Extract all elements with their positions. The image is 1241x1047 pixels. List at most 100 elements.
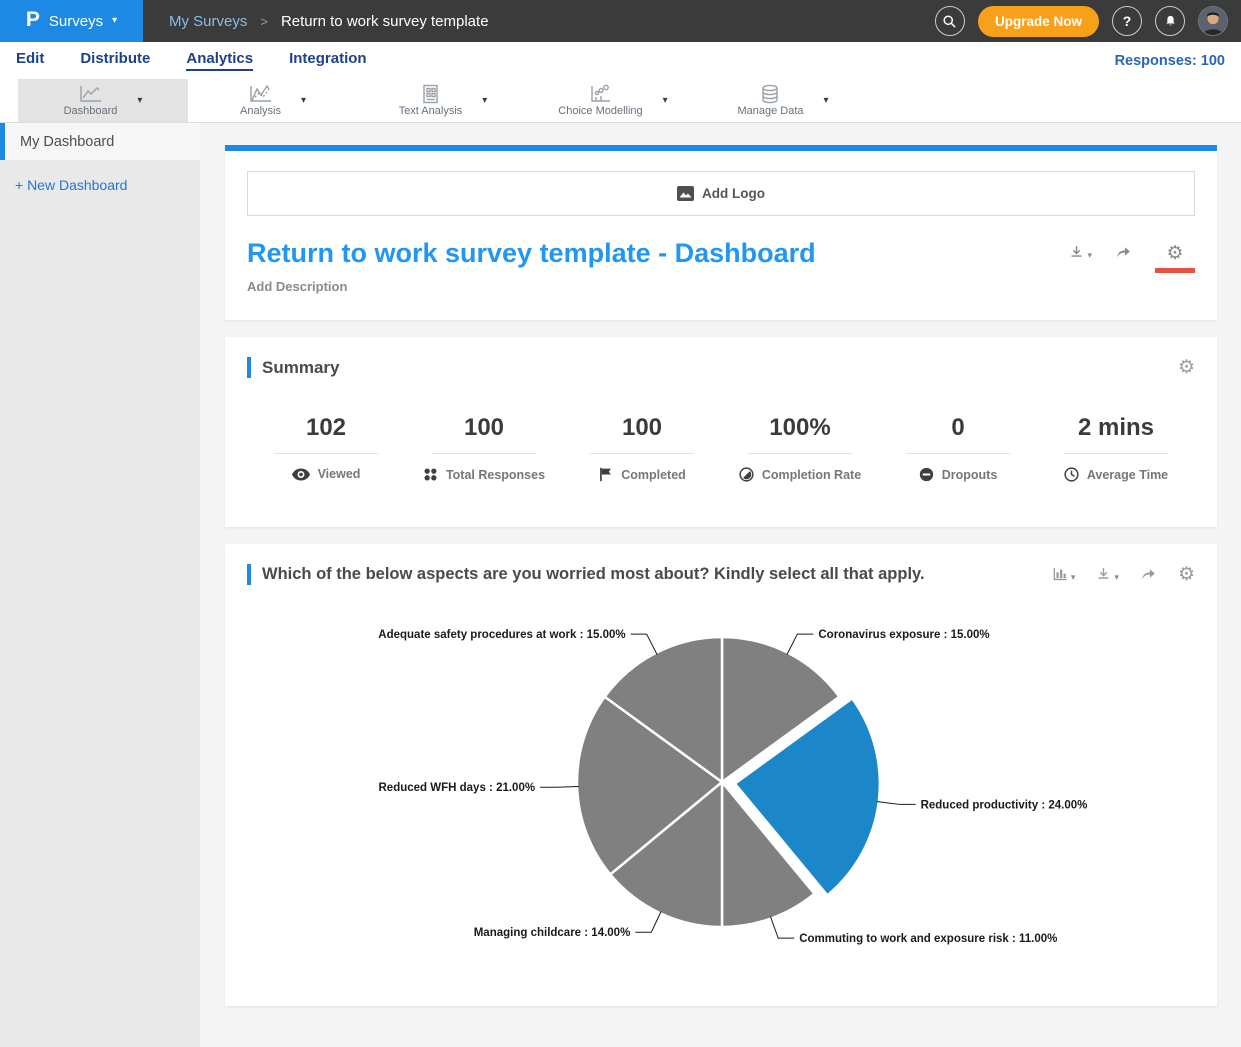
caret-down-icon[interactable]: ▾ bbox=[137, 96, 142, 106]
database-icon bbox=[759, 84, 781, 104]
download-icon bbox=[1095, 566, 1112, 583]
survey-nav: Edit Distribute Analytics Integration Re… bbox=[0, 42, 1241, 79]
minus-circle-icon bbox=[919, 467, 934, 482]
search-button[interactable] bbox=[935, 6, 965, 36]
toolbar-dashboard[interactable]: Dashboard ▾ bbox=[18, 79, 188, 122]
question-title: Which of the below aspects are you worri… bbox=[262, 565, 925, 584]
breadcrumb: My Surveys > Return to work survey templ… bbox=[169, 13, 489, 30]
toolbar-text-analysis[interactable]: Text Analysis ▾ bbox=[358, 79, 528, 122]
new-dashboard-button[interactable]: + New Dashboard bbox=[0, 160, 200, 193]
breadcrumb-separator: > bbox=[260, 14, 268, 29]
stat-total-responses: 100 Total Responses bbox=[405, 414, 563, 487]
add-logo-button[interactable]: Add Logo bbox=[247, 171, 1195, 216]
product-name: Surveys bbox=[49, 13, 103, 30]
eye-icon bbox=[292, 468, 310, 481]
search-icon bbox=[942, 14, 957, 29]
pie-label-leader bbox=[540, 786, 579, 787]
caret-down-icon[interactable]: ▾ bbox=[663, 96, 668, 106]
caret-down-icon[interactable]: ▾ bbox=[482, 96, 487, 106]
pie-label: Reduced productivity : 24.00% bbox=[921, 799, 1088, 811]
main-content: Add Logo Return to work survey template … bbox=[200, 123, 1241, 1047]
dots-grid-icon bbox=[423, 467, 438, 482]
gear-icon: ⚙ bbox=[1166, 244, 1183, 263]
toolbar-analysis[interactable]: Analysis ▾ bbox=[188, 79, 358, 122]
nav-edit[interactable]: Edit bbox=[16, 50, 44, 71]
question-mark-icon: ? bbox=[1123, 13, 1132, 29]
stat-average-time: 2 mins Average Time bbox=[1037, 414, 1195, 487]
nav-distribute[interactable]: Distribute bbox=[80, 50, 150, 71]
notifications-button[interactable] bbox=[1155, 6, 1185, 36]
section-accent-tick bbox=[247, 357, 251, 378]
pie-label: Coronavirus exposure : 15.00% bbox=[818, 629, 989, 641]
questionpro-logo-icon: P bbox=[26, 8, 40, 32]
topbar: P Surveys ▾ My Surveys > Return to work … bbox=[0, 0, 1241, 42]
pie-label: Commuting to work and exposure risk : 11… bbox=[799, 933, 1057, 945]
product-switcher[interactable]: P Surveys ▾ bbox=[0, 0, 143, 42]
dashboard-title: Return to work survey template - Dashboa… bbox=[247, 238, 816, 269]
caret-down-icon[interactable]: ▾ bbox=[301, 96, 306, 106]
document-grid-icon bbox=[419, 84, 441, 104]
download-chart-button[interactable]: ▾ bbox=[1095, 566, 1119, 583]
pie-label-leader bbox=[635, 911, 661, 932]
pie-chart: Coronavirus exposure : 15.00% Reduced pro… bbox=[247, 599, 1195, 996]
nav-analytics[interactable]: Analytics bbox=[186, 50, 253, 71]
scatter-chart-icon bbox=[588, 84, 612, 104]
user-avatar[interactable] bbox=[1198, 6, 1228, 36]
upgrade-now-button[interactable]: Upgrade Now bbox=[978, 6, 1099, 37]
breadcrumb-current: Return to work survey template bbox=[281, 13, 489, 30]
caret-down-icon: ▾ bbox=[1071, 572, 1076, 583]
download-dashboard-button[interactable]: ▾ bbox=[1068, 244, 1092, 261]
share-forward-icon bbox=[1139, 566, 1158, 583]
chart-type-button[interactable]: ▾ bbox=[1051, 566, 1076, 583]
analytics-toolbar: Dashboard ▾ Analysis ▾ Text Analysis bbox=[0, 79, 1241, 123]
clock-icon bbox=[1064, 467, 1079, 482]
dashboard-header-card: Add Logo Return to work survey template … bbox=[225, 151, 1217, 320]
summary-title: Summary bbox=[262, 358, 339, 378]
caret-down-icon: ▾ bbox=[1087, 250, 1092, 261]
pie-label-leader bbox=[787, 634, 813, 654]
caret-down-icon[interactable]: ▾ bbox=[824, 96, 829, 106]
summary-card: Summary ⚙ 102 Viewed bbox=[225, 337, 1217, 527]
avatar-photo bbox=[1199, 7, 1227, 35]
stat-viewed: 102 Viewed bbox=[247, 414, 405, 487]
breadcrumb-my-surveys[interactable]: My Surveys bbox=[169, 13, 247, 30]
share-forward-icon bbox=[1114, 244, 1133, 261]
nav-integration[interactable]: Integration bbox=[289, 50, 367, 71]
flag-icon bbox=[598, 467, 613, 482]
share-dashboard-button[interactable] bbox=[1114, 244, 1133, 261]
pie-label-leader bbox=[877, 802, 916, 805]
sidebar-item-my-dashboard[interactable]: My Dashboard bbox=[0, 123, 200, 160]
dashboard-settings-button[interactable]: ⚙ bbox=[1155, 244, 1195, 273]
pie-label: Adequate safety procedures at work : 15.… bbox=[378, 629, 625, 641]
add-description-button[interactable]: Add Description bbox=[247, 279, 816, 294]
share-chart-button[interactable] bbox=[1139, 566, 1158, 583]
line-chart-icon bbox=[77, 84, 103, 104]
topbar-actions: Upgrade Now ? bbox=[935, 6, 1241, 37]
dashboard-sidebar: My Dashboard + New Dashboard bbox=[0, 123, 200, 1047]
pie-label-leader bbox=[770, 917, 794, 939]
stat-completed: 100 Completed bbox=[563, 414, 721, 487]
image-icon bbox=[677, 186, 694, 201]
download-icon bbox=[1068, 244, 1085, 261]
chart-settings-button[interactable]: ⚙ bbox=[1178, 565, 1195, 584]
caret-down-icon: ▾ bbox=[112, 16, 117, 26]
stat-completion-rate: 100% Completion Rate bbox=[721, 414, 879, 487]
pie-label: Managing childcare : 14.00% bbox=[474, 927, 631, 939]
help-button[interactable]: ? bbox=[1112, 6, 1142, 36]
summary-settings-button[interactable]: ⚙ bbox=[1178, 358, 1195, 377]
trend-chart-icon bbox=[247, 84, 273, 104]
pie-chart-svg: Coronavirus exposure : 15.00% Reduced pro… bbox=[247, 599, 1199, 991]
responses-count: Responses: 100 bbox=[1115, 53, 1225, 69]
settings-highlight-bar bbox=[1155, 268, 1195, 273]
question-card: Which of the below aspects are you worri… bbox=[225, 544, 1217, 1006]
section-accent-tick bbox=[247, 564, 251, 585]
half-pie-icon bbox=[739, 467, 754, 482]
toolbar-manage-data[interactable]: Manage Data ▾ bbox=[698, 79, 868, 122]
summary-stats: 102 Viewed 100 bbox=[247, 414, 1195, 487]
pie-label-leader bbox=[631, 634, 657, 654]
toolbar-choice-modelling[interactable]: Choice Modelling ▾ bbox=[528, 79, 698, 122]
stat-dropouts: 0 Dropouts bbox=[879, 414, 1037, 487]
bell-icon bbox=[1163, 14, 1178, 29]
bar-chart-icon bbox=[1051, 566, 1069, 583]
caret-down-icon: ▾ bbox=[1114, 572, 1119, 583]
